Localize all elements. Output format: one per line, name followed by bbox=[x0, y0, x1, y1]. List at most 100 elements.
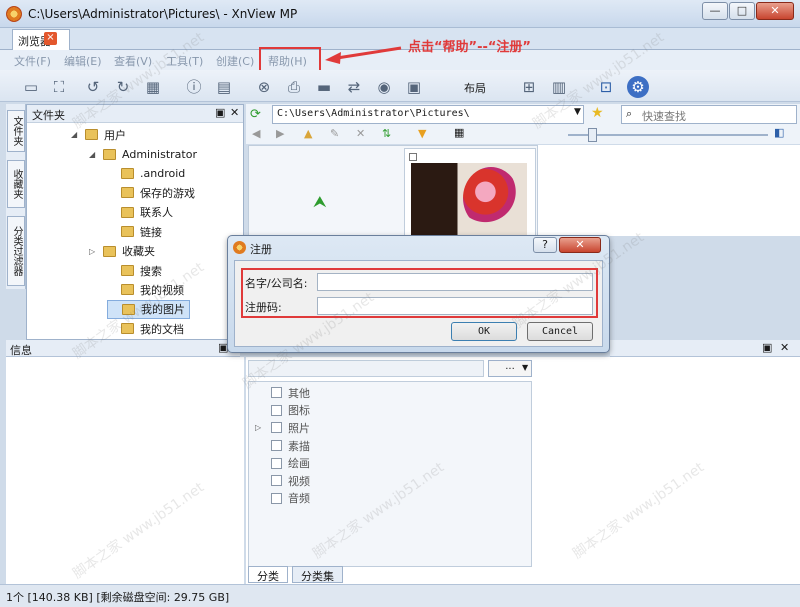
panel-close-icon[interactable]: ✕ bbox=[230, 106, 239, 119]
chevron-down-icon[interactable]: ▼ bbox=[522, 363, 528, 372]
category-checkbox[interactable] bbox=[271, 422, 282, 434]
category-item[interactable]: 图标 bbox=[255, 402, 310, 420]
code-label: 注册码: bbox=[245, 301, 282, 314]
delete-icon[interactable]: ✕ bbox=[356, 127, 365, 140]
folder-icon bbox=[103, 245, 116, 257]
category-list: 其他图标 ▷ 照片 素描 绘画视频音频 bbox=[248, 381, 532, 567]
category-item[interactable]: ▷ 照片 bbox=[255, 419, 310, 437]
filter-icon[interactable]: ▼ bbox=[418, 127, 426, 140]
side-tab-rail: 文件夹 收藏夹 分类过滤器 bbox=[6, 104, 26, 289]
category-checkbox[interactable] bbox=[271, 457, 282, 469]
up-folder-icon[interactable]: ▲ bbox=[304, 127, 312, 140]
tree-item[interactable]: .android bbox=[107, 164, 185, 184]
cancel-button[interactable]: Cancel bbox=[527, 322, 593, 341]
side-tab-favorites[interactable]: 收藏夹 bbox=[7, 160, 25, 208]
category-item[interactable]: 音频 bbox=[255, 490, 310, 508]
folder-icon bbox=[121, 284, 134, 296]
compare-icon[interactable] bbox=[433, 76, 455, 98]
category-panel-header: ▣ ✕ bbox=[610, 340, 800, 357]
category-label: 视频 bbox=[288, 474, 310, 488]
file-list-icon[interactable]: ⊞ bbox=[518, 76, 540, 98]
category-checkbox[interactable] bbox=[271, 440, 282, 452]
view-mode-icon[interactable]: ▦ bbox=[454, 126, 464, 139]
category-checkbox[interactable] bbox=[271, 404, 282, 416]
help-icon[interactable]: ⚙ bbox=[627, 76, 649, 98]
float-icon[interactable]: ▣ bbox=[762, 341, 772, 354]
navigation-toolbar: ◀ ▶ ▲ ✎ ✕ ⇅ ▼ ▦ ◧ bbox=[246, 126, 800, 144]
layout-dropdown[interactable]: 布局 bbox=[464, 80, 486, 96]
tree-item[interactable]: ◢ Administrator bbox=[89, 144, 197, 164]
maximize-button[interactable]: □ bbox=[729, 2, 755, 20]
status-bar: 1个 [140.38 KB] [剩余磁盘空间: 29.75 GB] bbox=[0, 584, 800, 607]
info-icon[interactable]: ⓘ bbox=[183, 76, 205, 98]
ok-button[interactable]: OK bbox=[451, 322, 517, 341]
tree-item[interactable]: 保存的游戏 bbox=[107, 183, 195, 203]
panel-close-icon[interactable]: ✕ bbox=[780, 341, 789, 354]
menu-create[interactable]: 创建(C) bbox=[216, 53, 254, 69]
tree-item-label: 用户 bbox=[104, 128, 126, 142]
parent-folder-icon[interactable]: ⮝ bbox=[313, 192, 327, 212]
refresh-icon[interactable]: ⟳ bbox=[250, 107, 261, 122]
edit-icon[interactable]: ✎ bbox=[330, 127, 339, 140]
dialog-close-button[interactable]: ✕ bbox=[559, 237, 601, 253]
dialog-help-button[interactable]: ? bbox=[533, 237, 557, 253]
tree-item[interactable]: 搜索 bbox=[107, 261, 162, 281]
category-checkbox[interactable] bbox=[271, 387, 282, 399]
back-icon[interactable]: ◀ bbox=[252, 127, 260, 140]
slider-thumb[interactable] bbox=[588, 128, 597, 142]
tab-browser[interactable]: 浏览器 bbox=[12, 29, 70, 50]
screen-icon[interactable]: ▭ bbox=[20, 76, 42, 98]
tree-item[interactable]: ▷ 收藏夹 bbox=[89, 241, 155, 261]
app-logo-icon bbox=[233, 241, 246, 254]
menu-edit[interactable]: 编辑(E) bbox=[64, 53, 102, 69]
float-icon[interactable]: ▣ bbox=[215, 106, 225, 119]
convert-icon[interactable]: ⇄ bbox=[343, 76, 365, 98]
category-checkbox[interactable] bbox=[271, 475, 282, 487]
sort-icon[interactable]: ⇅ bbox=[382, 127, 391, 140]
minimize-button[interactable]: — bbox=[702, 2, 728, 20]
image-thumbnail[interactable] bbox=[404, 148, 536, 237]
category-label: 其他 bbox=[288, 386, 310, 400]
category-label: 音频 bbox=[288, 492, 310, 506]
thumbnail-checkbox[interactable] bbox=[409, 153, 417, 161]
folder-icon bbox=[121, 168, 134, 180]
tree-item[interactable]: 联系人 bbox=[107, 203, 173, 223]
print-icon[interactable]: ⎙ bbox=[283, 76, 305, 98]
layout-toggle-icon[interactable]: ◧ bbox=[774, 126, 784, 139]
menu-file[interactable]: 文件(F) bbox=[14, 53, 51, 69]
side-tab-folders[interactable]: 文件夹 bbox=[7, 110, 25, 152]
tab-categories[interactable]: 分类 bbox=[248, 566, 288, 583]
fullscreen-icon[interactable]: ⛶ bbox=[48, 76, 70, 98]
folder-icon bbox=[121, 187, 134, 199]
category-item[interactable]: 视频 bbox=[255, 472, 310, 490]
artwork-shape bbox=[463, 167, 519, 229]
tree-item[interactable]: 链接 bbox=[107, 222, 162, 242]
capture-icon[interactable]: ◉ bbox=[373, 76, 395, 98]
chevron-down-icon[interactable]: ▼ bbox=[574, 107, 581, 117]
info-panel-title: 信息 bbox=[10, 344, 32, 357]
category-checkbox[interactable] bbox=[271, 492, 282, 504]
quick-search-input[interactable]: 快速查找 bbox=[621, 105, 797, 124]
star-icon[interactable]: ★ bbox=[591, 105, 604, 121]
tab-category-sets[interactable]: 分类集 bbox=[292, 566, 343, 583]
annotation-text: 点击“帮助”--“注册” bbox=[408, 40, 531, 55]
folder-icon bbox=[121, 206, 134, 218]
tab-close-icon[interactable]: × bbox=[44, 32, 57, 45]
expand-icon[interactable]: ▷ bbox=[89, 247, 99, 256]
folder-panel-title: 文件夹 bbox=[32, 109, 65, 122]
expand-icon[interactable]: ▷ bbox=[255, 423, 271, 432]
slideshow-icon[interactable]: ▣ bbox=[403, 76, 425, 98]
side-tab-category-filter[interactable]: 分类过滤器 bbox=[7, 216, 25, 286]
forward-icon[interactable]: ▶ bbox=[276, 127, 284, 140]
open-icon[interactable]: ▤ bbox=[213, 76, 235, 98]
category-item[interactable]: 绘画 bbox=[255, 454, 310, 472]
folder-icon bbox=[121, 265, 134, 277]
category-label: 图标 bbox=[288, 404, 310, 418]
category-item[interactable]: 素描 bbox=[255, 437, 310, 455]
expand-icon[interactable]: ◢ bbox=[89, 150, 99, 159]
close-button[interactable]: ✕ bbox=[756, 2, 794, 20]
category-item[interactable]: 其他 bbox=[255, 384, 310, 402]
thumb-size-slider[interactable] bbox=[568, 134, 768, 136]
scanner-icon[interactable]: ▬ bbox=[313, 76, 335, 98]
binoculars-icon[interactable]: ⊗ bbox=[253, 76, 275, 98]
